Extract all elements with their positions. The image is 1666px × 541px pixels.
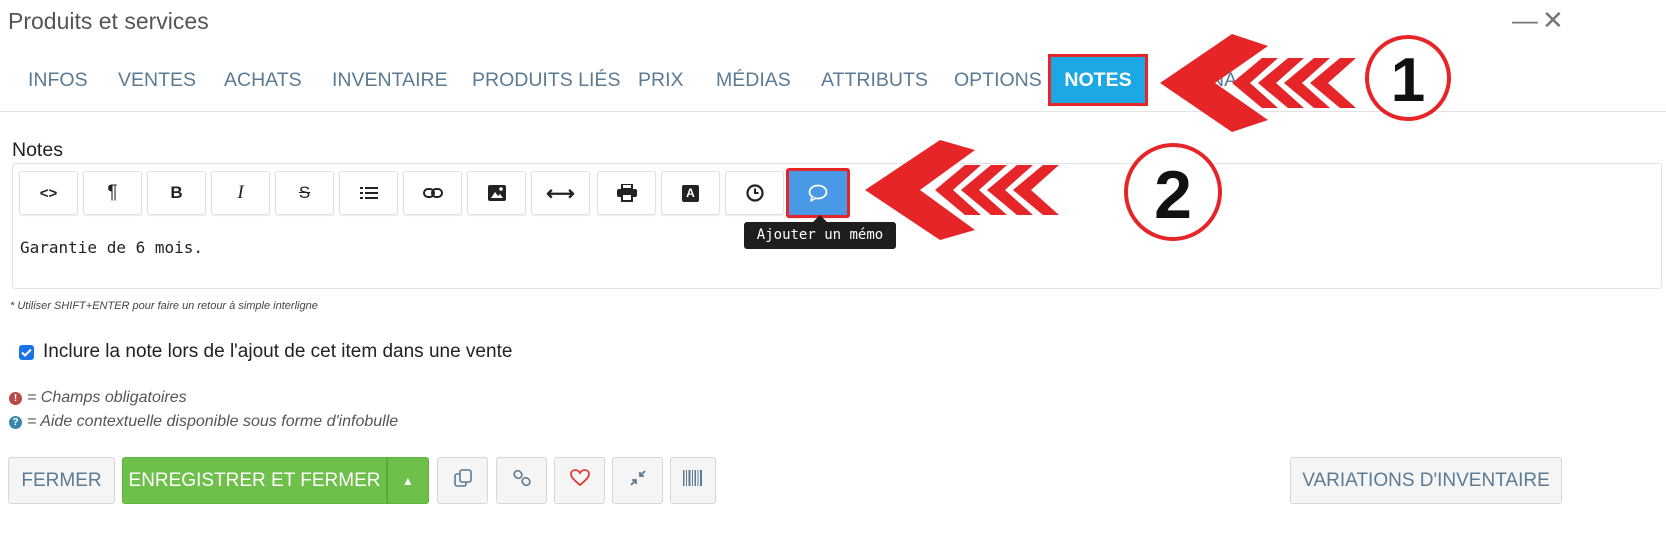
strikethrough-icon: S (298, 183, 311, 202)
save-options-caret[interactable]: ▲ (387, 457, 429, 504)
barcode-button[interactable] (670, 457, 716, 504)
list-button[interactable] (339, 171, 398, 215)
tab-na[interactable]: NA (1210, 54, 1237, 106)
tab-options[interactable]: OPTIONS (954, 54, 1042, 106)
tab-achats[interactable]: ACHATS (224, 54, 302, 106)
include-note-checkbox[interactable] (19, 344, 34, 360)
legend-help: ? = Aide contextuelle disponible sous fo… (9, 413, 398, 431)
tab-notes[interactable]: NOTES (1048, 54, 1148, 106)
horizontal-rule-icon: ⟷ (546, 182, 575, 205)
tab-inventaire[interactable]: INVENTAIRE (332, 54, 448, 106)
legend-required: ! = Champs obligatoires (9, 389, 187, 407)
horizontal-rule-button[interactable]: ⟷ (531, 171, 590, 215)
include-note-row: Inclure la note lors de l'ajout de cet i… (19, 341, 512, 363)
tab-medias[interactable]: MÉDIAS (716, 54, 791, 106)
clock-button[interactable] (725, 171, 784, 215)
barcode-icon (683, 469, 703, 492)
clock-icon (745, 184, 764, 202)
heart-icon (569, 468, 590, 493)
link-icon (422, 187, 443, 199)
font-color-button[interactable]: A (661, 171, 720, 215)
tab-attributs[interactable]: ATTRIBUTS (821, 54, 928, 106)
strikethrough-button[interactable]: S (275, 171, 334, 215)
notes-content[interactable]: Garantie de 6 mois. (20, 238, 203, 257)
close-button[interactable]: FERMER (8, 457, 115, 504)
print-icon (616, 184, 637, 202)
tab-produits-lies[interactable]: PRODUITS LIÉS (472, 54, 620, 106)
code-view-button[interactable]: <> (19, 171, 78, 215)
tab-bar: INFOS VENTES ACHATS INVENTAIRE PRODUITS … (0, 52, 1666, 112)
bold-icon: B (170, 183, 183, 202)
link-icon (512, 469, 531, 493)
favorite-button[interactable] (554, 457, 605, 504)
include-note-label[interactable]: Inclure la note lors de l'ajout de cet i… (43, 341, 512, 363)
exclamation-circle-icon: ! (9, 391, 22, 405)
link-item-button[interactable] (496, 457, 547, 504)
image-icon (487, 185, 506, 201)
compress-button[interactable] (612, 457, 663, 504)
tooltip-arrow (813, 215, 827, 222)
shift-enter-hint: * Utiliser SHIFT+ENTER pour faire un ret… (10, 300, 318, 312)
save-and-close-button[interactable]: ENREGISTRER ET FERMER (122, 457, 387, 504)
paragraph-icon: ¶ (107, 182, 118, 203)
print-button[interactable] (597, 171, 656, 215)
compress-icon (629, 469, 646, 492)
link-button[interactable] (403, 171, 462, 215)
close-icon[interactable]: ✕ (1542, 4, 1564, 36)
question-circle-icon: ? (9, 415, 22, 429)
font-color-icon: A (682, 184, 699, 202)
code-view-icon: <> (39, 184, 58, 202)
comment-memo-icon (808, 184, 828, 202)
legend-required-text: = Champs obligatoires (27, 389, 187, 406)
window-title: Produits et services (8, 8, 209, 34)
italic-icon: I (237, 182, 244, 203)
tab-infos[interactable]: INFOS (28, 54, 88, 106)
inventory-variations-button[interactable]: VARIATIONS D'INVENTAIRE (1290, 457, 1562, 504)
image-button[interactable] (467, 171, 526, 215)
copy-icon (453, 468, 472, 493)
legend-help-text: = Aide contextuelle disponible sous form… (27, 413, 399, 430)
list-icon (359, 186, 378, 200)
add-memo-button[interactable] (786, 168, 850, 218)
add-memo-tooltip: Ajouter un mémo (744, 222, 896, 249)
notes-label: Notes (12, 139, 63, 161)
bold-button[interactable]: B (147, 171, 206, 215)
italic-button[interactable]: I (211, 171, 270, 215)
minimize-icon[interactable]: — (1512, 4, 1538, 36)
tab-ventes[interactable]: VENTES (118, 54, 196, 106)
tab-prix[interactable]: PRIX (638, 54, 684, 106)
paragraph-button[interactable]: ¶ (83, 171, 142, 215)
copy-button[interactable] (437, 457, 488, 504)
